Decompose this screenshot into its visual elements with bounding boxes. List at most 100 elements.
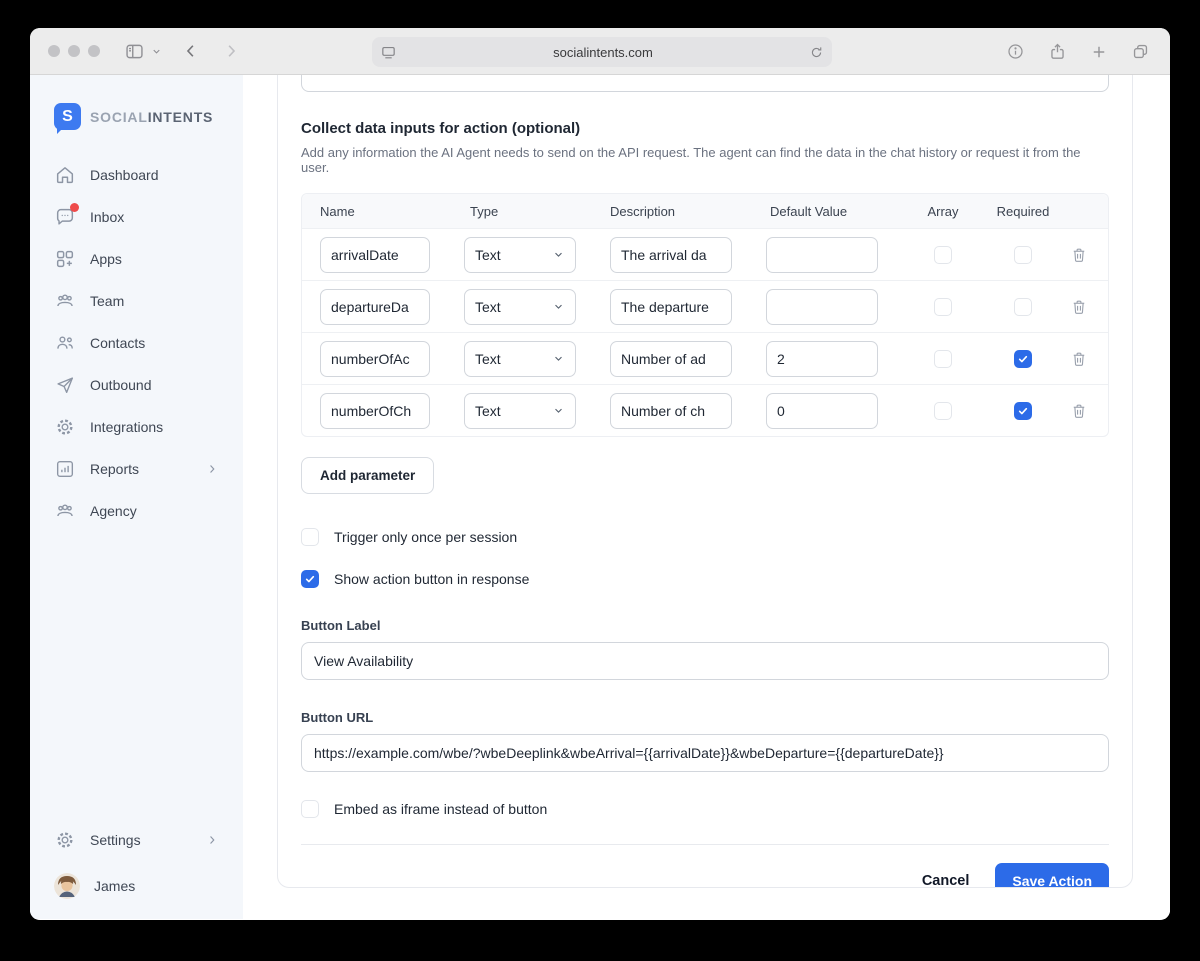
array-checkbox[interactable]: [934, 246, 952, 264]
sidebar-item-inbox[interactable]: Inbox: [30, 196, 243, 238]
show-button-checkbox[interactable]: [301, 570, 319, 588]
unread-badge: [70, 203, 79, 212]
trash-icon[interactable]: [1070, 350, 1088, 368]
sidebar-item-settings[interactable]: Settings: [30, 819, 243, 861]
avatar: [54, 873, 80, 899]
traffic-lights: [48, 45, 100, 57]
chevron-down-icon[interactable]: [151, 46, 162, 57]
reload-icon[interactable]: [809, 45, 824, 60]
trigger-once-checkbox[interactable]: [301, 528, 319, 546]
save-action-button[interactable]: Save Action: [995, 863, 1109, 888]
home-icon: [54, 164, 76, 186]
column-header-description: Description: [598, 204, 756, 219]
trash-icon[interactable]: [1070, 298, 1088, 316]
section-subheading: Add any information the AI Agent needs t…: [301, 145, 1109, 175]
param-type-select[interactable]: Text: [464, 341, 576, 377]
chevron-down-icon: [552, 404, 565, 417]
truncated-top-input[interactable]: [301, 75, 1109, 92]
array-checkbox[interactable]: [934, 298, 952, 316]
sidebar-item-label: Outbound: [90, 377, 152, 393]
required-checkbox[interactable]: [1014, 246, 1032, 264]
sidebar-item-team[interactable]: Team: [30, 280, 243, 322]
array-checkbox[interactable]: [934, 402, 952, 420]
browser-window: socialintents.com S SOCIALINTENT: [30, 28, 1170, 920]
minimize-button[interactable]: [68, 45, 80, 57]
button-url-label: Button URL: [301, 710, 1109, 725]
param-default-input[interactable]: [766, 237, 878, 273]
param-default-input[interactable]: [766, 341, 878, 377]
iframe-row: Embed as iframe instead of button: [301, 800, 1109, 818]
array-checkbox[interactable]: [934, 350, 952, 368]
chevron-down-icon: [552, 352, 565, 365]
table-row: Text: [302, 332, 1108, 384]
trash-icon[interactable]: [1070, 402, 1088, 420]
trigger-once-label: Trigger only once per session: [334, 529, 517, 545]
tabs-icon[interactable]: [1131, 42, 1150, 61]
add-parameter-button[interactable]: Add parameter: [301, 457, 434, 494]
address-bar[interactable]: socialintents.com: [372, 37, 832, 67]
back-icon[interactable]: [182, 42, 200, 60]
sidebar-item-contacts[interactable]: Contacts: [30, 322, 243, 364]
button-url-input[interactable]: [301, 734, 1109, 772]
required-checkbox[interactable]: [1014, 350, 1032, 368]
sidebar-item-label: Inbox: [90, 209, 124, 225]
table-row: Text: [302, 228, 1108, 280]
browser-toolbar: socialintents.com: [30, 28, 1170, 75]
param-type-select[interactable]: Text: [464, 237, 576, 273]
sidebar-item-label: Team: [90, 293, 124, 309]
team-icon: [54, 500, 76, 522]
chevron-down-icon: [552, 300, 565, 313]
column-header-default-value: Default Value: [756, 204, 906, 219]
required-checkbox[interactable]: [1014, 402, 1032, 420]
sidebar-item-integrations[interactable]: Integrations: [30, 406, 243, 448]
param-name-input[interactable]: [320, 341, 430, 377]
sidebar-item-dashboard[interactable]: Dashboard: [30, 154, 243, 196]
button-label-input[interactable]: [301, 642, 1109, 680]
param-type-select[interactable]: Text: [464, 393, 576, 429]
column-header-array: Array: [906, 204, 980, 219]
sidebar-toggle-icon[interactable]: [124, 41, 145, 62]
sidebar-item-reports[interactable]: Reports: [30, 448, 243, 490]
cancel-button[interactable]: Cancel: [922, 873, 970, 888]
sidebar-item-label: Settings: [90, 832, 141, 848]
param-description-input[interactable]: [610, 289, 732, 325]
info-icon[interactable]: [1006, 42, 1025, 61]
sidebar-item-outbound[interactable]: Outbound: [30, 364, 243, 406]
sidebar-item-label: Contacts: [90, 335, 145, 351]
param-description-input[interactable]: [610, 237, 732, 273]
required-checkbox[interactable]: [1014, 298, 1032, 316]
table-row: Text: [302, 384, 1108, 436]
zoom-button[interactable]: [88, 45, 100, 57]
share-icon[interactable]: [1048, 42, 1067, 61]
param-name-input[interactable]: [320, 289, 430, 325]
action-form-card: Collect data inputs for action (optional…: [277, 75, 1133, 888]
trash-icon[interactable]: [1070, 246, 1088, 264]
sidebar-item-label: Agency: [90, 503, 137, 519]
param-description-input[interactable]: [610, 393, 732, 429]
iframe-label: Embed as iframe instead of button: [334, 801, 547, 817]
chevron-right-icon: [205, 833, 219, 847]
sidebar-item-label: Reports: [90, 461, 139, 477]
param-name-input[interactable]: [320, 237, 430, 273]
table-row: Text: [302, 280, 1108, 332]
forward-icon[interactable]: [222, 42, 240, 60]
column-header-name: Name: [302, 204, 452, 219]
show-button-label: Show action button in response: [334, 571, 529, 587]
param-description-input[interactable]: [610, 341, 732, 377]
close-button[interactable]: [48, 45, 60, 57]
column-header-type: Type: [452, 204, 598, 219]
gear-icon: [54, 829, 76, 851]
param-default-input[interactable]: [766, 289, 878, 325]
logo[interactable]: S SOCIALINTENTS: [30, 75, 243, 154]
param-default-input[interactable]: [766, 393, 878, 429]
logo-icon: S: [54, 103, 81, 130]
param-name-input[interactable]: [320, 393, 430, 429]
chevron-down-icon: [552, 248, 565, 261]
new-tab-icon[interactable]: [1090, 43, 1108, 61]
reader-icon[interactable]: [380, 44, 397, 61]
param-type-select[interactable]: Text: [464, 289, 576, 325]
iframe-checkbox[interactable]: [301, 800, 319, 818]
sidebar-item-user[interactable]: James: [30, 861, 243, 919]
sidebar-item-apps[interactable]: Apps: [30, 238, 243, 280]
sidebar-item-agency[interactable]: Agency: [30, 490, 243, 532]
